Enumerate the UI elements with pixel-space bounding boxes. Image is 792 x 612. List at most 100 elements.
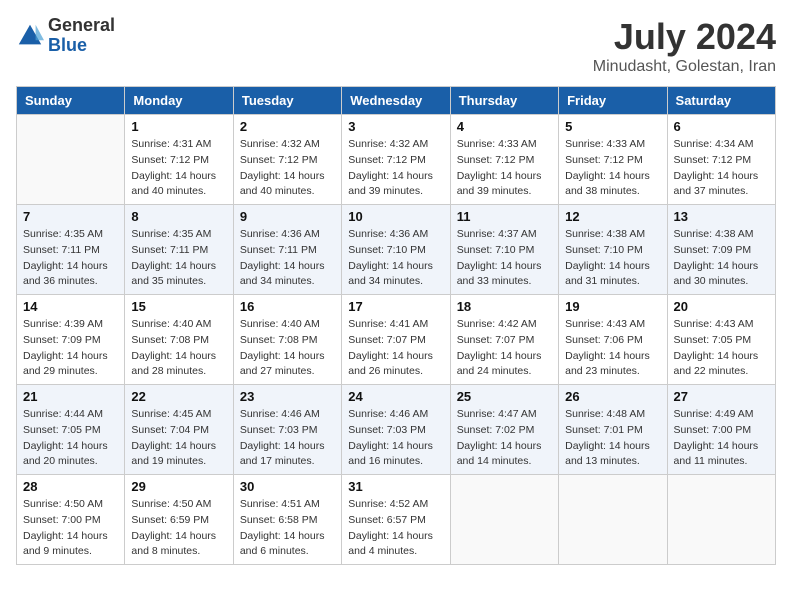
week-row-4: 21Sunrise: 4:44 AMSunset: 7:05 PMDayligh… xyxy=(17,385,776,475)
day-number: 7 xyxy=(23,209,118,224)
header-day-sunday: Sunday xyxy=(17,87,125,115)
calendar-cell: 23 Sunrise: 4:46 AMSunset: 7:03 PMDayligh… xyxy=(233,385,341,475)
logo-icon xyxy=(16,22,44,50)
day-number: 9 xyxy=(240,209,335,224)
logo: General Blue xyxy=(16,16,115,56)
calendar-cell: 17 Sunrise: 4:41 AMSunset: 7:07 PMDayligh… xyxy=(342,295,450,385)
calendar-cell: 14 Sunrise: 4:39 AMSunset: 7:09 PMDayligh… xyxy=(17,295,125,385)
day-number: 31 xyxy=(348,479,443,494)
week-row-2: 7 Sunrise: 4:35 AMSunset: 7:11 PMDaylight… xyxy=(17,205,776,295)
day-number: 25 xyxy=(457,389,552,404)
calendar-cell: 26 Sunrise: 4:48 AMSunset: 7:01 PMDayligh… xyxy=(559,385,667,475)
calendar-cell: 9 Sunrise: 4:36 AMSunset: 7:11 PMDaylight… xyxy=(233,205,341,295)
day-info: Sunrise: 4:33 AMSunset: 7:12 PMDaylight:… xyxy=(457,137,552,200)
day-number: 22 xyxy=(131,389,226,404)
calendar-cell: 8Sunrise: 4:35 AMSunset: 7:11 PMDaylight… xyxy=(125,205,233,295)
calendar-cell: 21Sunrise: 4:44 AMSunset: 7:05 PMDayligh… xyxy=(17,385,125,475)
day-info: Sunrise: 4:48 AMSunset: 7:01 PMDaylight:… xyxy=(565,407,660,470)
day-info: Sunrise: 4:46 AMSunset: 7:03 PMDaylight:… xyxy=(348,407,443,470)
day-number: 20 xyxy=(674,299,769,314)
day-number: 5 xyxy=(565,119,660,134)
day-number: 27 xyxy=(674,389,769,404)
day-number: 15 xyxy=(131,299,226,314)
calendar-cell: 20 Sunrise: 4:43 AMSunset: 7:05 PMDayligh… xyxy=(667,295,775,385)
calendar-cell: 5 Sunrise: 4:33 AMSunset: 7:12 PMDaylight… xyxy=(559,115,667,205)
day-number: 16 xyxy=(240,299,335,314)
week-row-3: 14 Sunrise: 4:39 AMSunset: 7:09 PMDayligh… xyxy=(17,295,776,385)
calendar-cell xyxy=(17,115,125,205)
day-info: Sunrise: 4:46 AMSunset: 7:03 PMDaylight:… xyxy=(240,407,335,470)
calendar-cell: 13Sunrise: 4:38 AMSunset: 7:09 PMDayligh… xyxy=(667,205,775,295)
day-number: 18 xyxy=(457,299,552,314)
day-info: Sunrise: 4:37 AMSunset: 7:10 PMDaylight:… xyxy=(457,227,552,290)
week-row-1: 1Sunrise: 4:31 AMSunset: 7:12 PMDaylight… xyxy=(17,115,776,205)
calendar-cell: 7 Sunrise: 4:35 AMSunset: 7:11 PMDaylight… xyxy=(17,205,125,295)
day-number: 11 xyxy=(457,209,552,224)
calendar-cell: 29Sunrise: 4:50 AMSunset: 6:59 PMDayligh… xyxy=(125,475,233,565)
calendar-cell: 11 Sunrise: 4:37 AMSunset: 7:10 PMDayligh… xyxy=(450,205,558,295)
calendar-cell: 18 Sunrise: 4:42 AMSunset: 7:07 PMDayligh… xyxy=(450,295,558,385)
day-info: Sunrise: 4:41 AMSunset: 7:07 PMDaylight:… xyxy=(348,317,443,380)
day-info: Sunrise: 4:47 AMSunset: 7:02 PMDaylight:… xyxy=(457,407,552,470)
day-info: Sunrise: 4:32 AMSunset: 7:12 PMDaylight:… xyxy=(348,137,443,200)
day-number: 14 xyxy=(23,299,118,314)
day-number: 6 xyxy=(674,119,769,134)
calendar-cell xyxy=(559,475,667,565)
day-info: Sunrise: 4:40 AMSunset: 7:08 PMDaylight:… xyxy=(240,317,335,380)
day-info: Sunrise: 4:50 AMSunset: 6:59 PMDaylight:… xyxy=(131,497,226,560)
day-number: 23 xyxy=(240,389,335,404)
day-number: 17 xyxy=(348,299,443,314)
location-text: Minudasht, Golestan, Iran xyxy=(593,58,776,76)
header-day-saturday: Saturday xyxy=(667,87,775,115)
calendar-cell: 31 Sunrise: 4:52 AMSunset: 6:57 PMDayligh… xyxy=(342,475,450,565)
day-info: Sunrise: 4:49 AMSunset: 7:00 PMDaylight:… xyxy=(674,407,769,470)
calendar-cell: 28Sunrise: 4:50 AMSunset: 7:00 PMDayligh… xyxy=(17,475,125,565)
header-row: SundayMondayTuesdayWednesdayThursdayFrid… xyxy=(17,87,776,115)
day-info: Sunrise: 4:45 AMSunset: 7:04 PMDaylight:… xyxy=(131,407,226,470)
day-info: Sunrise: 4:43 AMSunset: 7:06 PMDaylight:… xyxy=(565,317,660,380)
day-info: Sunrise: 4:38 AMSunset: 7:10 PMDaylight:… xyxy=(565,227,660,290)
day-number: 10 xyxy=(348,209,443,224)
day-info: Sunrise: 4:33 AMSunset: 7:12 PMDaylight:… xyxy=(565,137,660,200)
calendar-cell: 1Sunrise: 4:31 AMSunset: 7:12 PMDaylight… xyxy=(125,115,233,205)
calendar-cell: 2Sunrise: 4:32 AMSunset: 7:12 PMDaylight… xyxy=(233,115,341,205)
day-info: Sunrise: 4:51 AMSunset: 6:58 PMDaylight:… xyxy=(240,497,335,560)
calendar-cell: 22 Sunrise: 4:45 AMSunset: 7:04 PMDayligh… xyxy=(125,385,233,475)
calendar-cell: 25 Sunrise: 4:47 AMSunset: 7:02 PMDayligh… xyxy=(450,385,558,475)
day-info: Sunrise: 4:39 AMSunset: 7:09 PMDaylight:… xyxy=(23,317,118,380)
calendar-cell: 3 Sunrise: 4:32 AMSunset: 7:12 PMDaylight… xyxy=(342,115,450,205)
calendar-cell: 24 Sunrise: 4:46 AMSunset: 7:03 PMDayligh… xyxy=(342,385,450,475)
day-number: 19 xyxy=(565,299,660,314)
calendar-cell: 16 Sunrise: 4:40 AMSunset: 7:08 PMDayligh… xyxy=(233,295,341,385)
day-info: Sunrise: 4:36 AMSunset: 7:11 PMDaylight:… xyxy=(240,227,335,290)
day-info: Sunrise: 4:42 AMSunset: 7:07 PMDaylight:… xyxy=(457,317,552,380)
calendar-cell: 12Sunrise: 4:38 AMSunset: 7:10 PMDayligh… xyxy=(559,205,667,295)
header-day-wednesday: Wednesday xyxy=(342,87,450,115)
day-info: Sunrise: 4:36 AMSunset: 7:10 PMDaylight:… xyxy=(348,227,443,290)
header-day-monday: Monday xyxy=(125,87,233,115)
calendar-body: 1Sunrise: 4:31 AMSunset: 7:12 PMDaylight… xyxy=(17,115,776,565)
calendar-cell: 6Sunrise: 4:34 AMSunset: 7:12 PMDaylight… xyxy=(667,115,775,205)
calendar-cell: 10 Sunrise: 4:36 AMSunset: 7:10 PMDayligh… xyxy=(342,205,450,295)
logo-general-text: General xyxy=(48,16,115,36)
calendar-cell: 27 Sunrise: 4:49 AMSunset: 7:00 PMDayligh… xyxy=(667,385,775,475)
week-row-5: 28Sunrise: 4:50 AMSunset: 7:00 PMDayligh… xyxy=(17,475,776,565)
calendar-cell: 4 Sunrise: 4:33 AMSunset: 7:12 PMDaylight… xyxy=(450,115,558,205)
day-number: 3 xyxy=(348,119,443,134)
calendar-table: SundayMondayTuesdayWednesdayThursdayFrid… xyxy=(16,86,776,565)
day-number: 4 xyxy=(457,119,552,134)
day-number: 26 xyxy=(565,389,660,404)
calendar-cell: 30Sunrise: 4:51 AMSunset: 6:58 PMDayligh… xyxy=(233,475,341,565)
day-number: 8 xyxy=(131,209,226,224)
day-info: Sunrise: 4:35 AMSunset: 7:11 PMDaylight:… xyxy=(23,227,118,290)
calendar-cell xyxy=(450,475,558,565)
day-number: 24 xyxy=(348,389,443,404)
day-info: Sunrise: 4:43 AMSunset: 7:05 PMDaylight:… xyxy=(674,317,769,380)
calendar-header: SundayMondayTuesdayWednesdayThursdayFrid… xyxy=(17,87,776,115)
day-number: 13 xyxy=(674,209,769,224)
page-header: General Blue July 2024 Minudasht, Golest… xyxy=(16,16,776,76)
calendar-cell: 15Sunrise: 4:40 AMSunset: 7:08 PMDayligh… xyxy=(125,295,233,385)
day-info: Sunrise: 4:52 AMSunset: 6:57 PMDaylight:… xyxy=(348,497,443,560)
day-number: 1 xyxy=(131,119,226,134)
header-day-thursday: Thursday xyxy=(450,87,558,115)
